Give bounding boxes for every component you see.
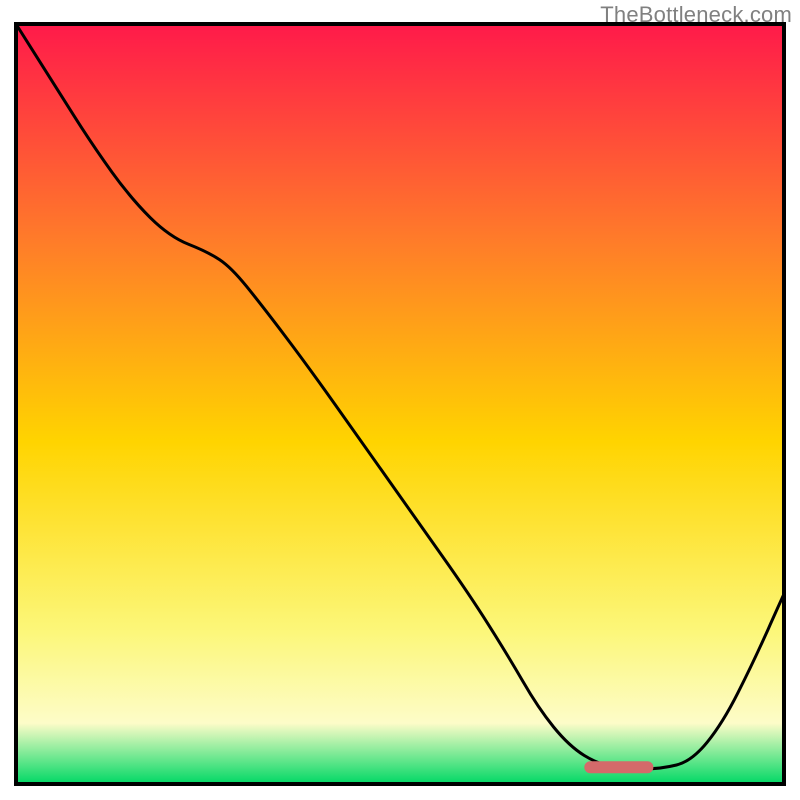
optimum-marker (584, 761, 653, 773)
bottleneck-chart (0, 0, 800, 800)
chart-container: TheBottleneck.com (0, 0, 800, 800)
plot-background (16, 24, 784, 784)
watermark-text: TheBottleneck.com (600, 2, 792, 28)
